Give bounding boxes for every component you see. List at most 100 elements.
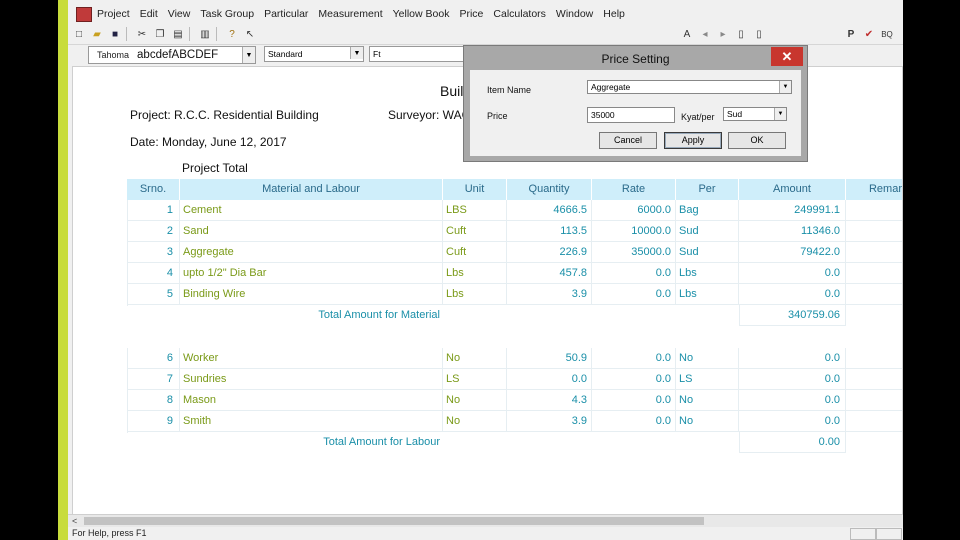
- help-icon[interactable]: ?: [225, 27, 239, 41]
- cell-material: Sand: [180, 221, 443, 242]
- cell-quantity: 457.8: [507, 263, 592, 284]
- cell-material: upto 1/2" Dia Bar: [180, 263, 443, 284]
- cell-srno: 3: [127, 242, 180, 263]
- cell-material: Worker: [180, 348, 443, 369]
- cell-srno: 2: [127, 221, 180, 242]
- menu-measurement[interactable]: Measurement: [313, 8, 387, 20]
- page-next-icon[interactable]: ▯: [752, 27, 766, 41]
- menu-view[interactable]: View: [163, 8, 196, 20]
- section-title: Project Total: [182, 161, 248, 175]
- menu-edit[interactable]: Edit: [135, 8, 163, 20]
- new-file-icon[interactable]: □: [72, 27, 86, 41]
- apply-button[interactable]: Apply: [664, 132, 722, 149]
- arrow-right-icon[interactable]: ▸: [716, 27, 730, 41]
- style-value: Standard: [268, 49, 303, 59]
- chevron-down-icon[interactable]: ▼: [350, 47, 363, 59]
- table-row[interactable]: 1 Cement LBS 4666.5 6000.0 Bag 249991.1: [127, 200, 902, 221]
- material-total-amount: 340759.06: [739, 305, 846, 326]
- cell-amount: 79422.0: [739, 242, 846, 263]
- cell-srno: 1: [127, 200, 180, 221]
- cell-amount: 0.0: [739, 263, 846, 284]
- menu-task-group[interactable]: Task Group: [195, 8, 259, 20]
- cell-unit: No: [443, 390, 507, 411]
- toolbar-separator: [189, 27, 190, 41]
- cell-remarks: [846, 348, 902, 369]
- column-header-unit: Unit: [443, 179, 507, 200]
- scrollbar-thumb[interactable]: [84, 517, 704, 525]
- cell-rate: 0.0: [592, 263, 676, 284]
- column-header-srno: Srno.: [127, 179, 180, 200]
- app-icon[interactable]: [76, 6, 92, 22]
- save-icon[interactable]: ■: [108, 27, 122, 41]
- menu-window[interactable]: Window: [551, 8, 598, 20]
- table-row[interactable]: 5 Binding Wire Lbs 3.9 0.0 Lbs 0.0: [127, 284, 902, 305]
- cell-unit: Cuft: [443, 242, 507, 263]
- dialog-body: Item Name Aggregate ▼ Price 35000 Kyat/p…: [470, 70, 801, 156]
- style-select[interactable]: Standard ▼: [264, 46, 364, 62]
- chevron-down-icon[interactable]: ▼: [779, 81, 791, 93]
- font-grow-icon[interactable]: A: [680, 27, 694, 41]
- cell-rate: 0.0: [592, 390, 676, 411]
- price-input[interactable]: 35000: [587, 107, 675, 123]
- cell-unit: LBS: [443, 200, 507, 221]
- cancel-button[interactable]: Cancel: [599, 132, 657, 149]
- unit-select[interactable]: Sud ▼: [723, 107, 787, 121]
- menu-calculators[interactable]: Calculators: [488, 8, 551, 20]
- column-header-rate: Rate: [592, 179, 676, 200]
- bq-icon[interactable]: BQ: [880, 27, 894, 41]
- chevron-down-icon[interactable]: ▼: [242, 47, 255, 63]
- copy-icon[interactable]: ❐: [153, 27, 167, 41]
- paste-icon[interactable]: ▤: [171, 27, 185, 41]
- menu-yellow-book[interactable]: Yellow Book: [388, 8, 455, 20]
- check-icon[interactable]: ✔: [862, 27, 876, 41]
- arrow-left-icon[interactable]: ◂: [698, 27, 712, 41]
- cell-unit: Lbs: [443, 284, 507, 305]
- column-header-material: Material and Labour: [180, 179, 443, 200]
- table-row[interactable]: 8 Mason No 4.3 0.0 No 0.0: [127, 390, 902, 411]
- left-window-edge: [58, 0, 68, 540]
- right-toolbar: P ✔ BQ: [840, 27, 894, 41]
- cell-per: LS: [676, 369, 739, 390]
- cell-remarks: [846, 411, 902, 432]
- chevron-down-icon[interactable]: ▼: [774, 108, 786, 120]
- font-select[interactable]: Tahoma abcdefABCDEF ▼: [88, 46, 256, 64]
- dialog-titlebar[interactable]: Price Setting ✕: [464, 46, 807, 70]
- price-setting-dialog: Price Setting ✕ Item Name Aggregate ▼ Pr…: [463, 45, 808, 162]
- page-icon[interactable]: ▯: [734, 27, 748, 41]
- context-help-icon[interactable]: ↖: [243, 27, 257, 41]
- table-row[interactable]: 3 Aggregate Cuft 226.9 35000.0 Sud 79422…: [127, 242, 902, 263]
- menu-particular[interactable]: Particular: [259, 8, 313, 20]
- item-name-select[interactable]: Aggregate ▼: [587, 80, 792, 94]
- menu-price[interactable]: Price: [454, 8, 488, 20]
- unit-select[interactable]: Ft: [369, 46, 469, 62]
- cell-quantity: 4666.5: [507, 200, 592, 221]
- cell-material: Cement: [180, 200, 443, 221]
- price-p-icon[interactable]: P: [844, 27, 858, 41]
- open-folder-icon[interactable]: ▰: [90, 27, 104, 41]
- right-black-border: [903, 0, 960, 540]
- cell-remarks: [846, 284, 902, 305]
- close-button[interactable]: ✕: [771, 47, 803, 66]
- table-row[interactable]: 6 Worker No 50.9 0.0 No 0.0: [127, 348, 902, 369]
- table-row[interactable]: 9 Smith No 3.9 0.0 No 0.0: [127, 411, 902, 432]
- cell-material: Mason: [180, 390, 443, 411]
- cell-remarks: [846, 242, 902, 263]
- table-row[interactable]: 2 Sand Cuft 113.5 10000.0 Sud 11346.0: [127, 221, 902, 242]
- cell-rate: 0.0: [592, 348, 676, 369]
- horizontal-scrollbar[interactable]: <: [68, 514, 903, 528]
- cell-quantity: 4.3: [507, 390, 592, 411]
- status-pane: [876, 528, 902, 540]
- format-toolbar: A ◂ ▸ ▯ ▯: [676, 27, 766, 41]
- status-bar: For Help, press F1: [68, 527, 903, 540]
- toolbar-separator: [126, 27, 127, 41]
- cut-icon[interactable]: ✂: [135, 27, 149, 41]
- table-row[interactable]: 4 upto 1/2" Dia Bar Lbs 457.8 0.0 Lbs 0.…: [127, 263, 902, 284]
- menu-help[interactable]: Help: [598, 8, 630, 20]
- dialog-title: Price Setting: [601, 52, 670, 66]
- menu-project[interactable]: Project: [92, 8, 135, 20]
- labour-total-label: Total Amount for Labour: [323, 436, 440, 448]
- ok-button[interactable]: OK: [728, 132, 786, 149]
- table-row[interactable]: 7 Sundries LS 0.0 0.0 LS 0.0: [127, 369, 902, 390]
- print-icon[interactable]: ▥: [198, 27, 212, 41]
- cell-material: Binding Wire: [180, 284, 443, 305]
